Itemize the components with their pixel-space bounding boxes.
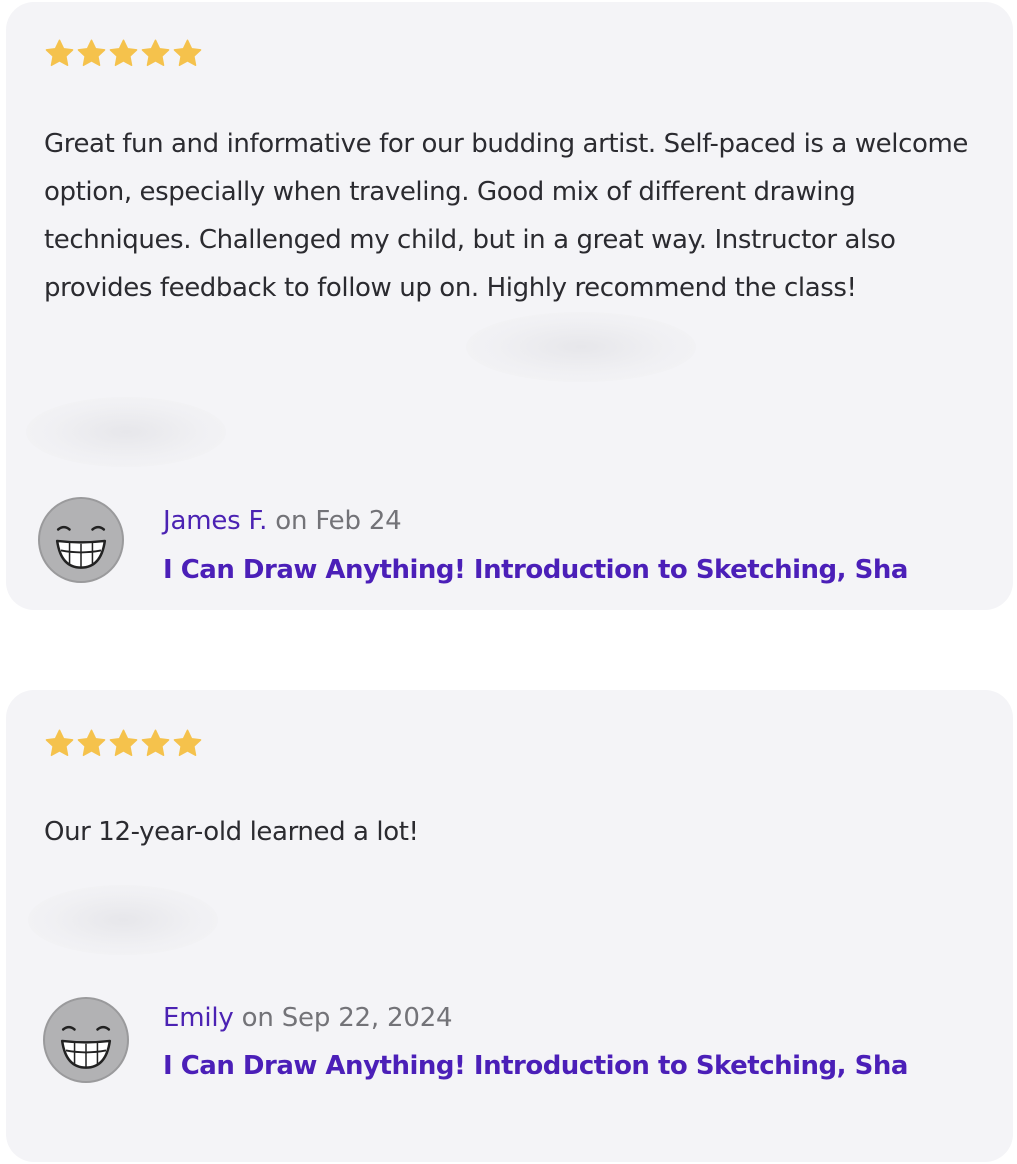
blurred-region (26, 397, 226, 467)
star-icon (77, 39, 106, 67)
star-icon (45, 729, 74, 757)
star-icon (141, 729, 170, 757)
blurred-region (28, 885, 218, 955)
star-rating (44, 728, 203, 759)
review-text: Great fun and informative for our buddin… (44, 129, 969, 303)
star-icon (109, 39, 138, 67)
smiling-face-avatar (60, 1025, 112, 1069)
star-icon (45, 39, 74, 67)
class-title-link[interactable]: I Can Draw Anything! Introduction to Ske… (163, 1048, 943, 1084)
avatar[interactable] (38, 497, 124, 583)
review-byline: Emily on Sep 22, 2024 (163, 1001, 453, 1035)
star-rating (44, 38, 203, 69)
review-card: Great fun and informative for our buddin… (6, 2, 1013, 610)
class-title-link[interactable]: I Can Draw Anything! Introduction to Ske… (163, 552, 943, 588)
star-icon (141, 39, 170, 67)
review-byline: James F. on Feb 24 (163, 504, 402, 538)
review-text: Our 12-year-old learned a lot! (44, 817, 419, 847)
author-name-link[interactable]: James F. (163, 506, 267, 536)
star-icon (173, 729, 202, 757)
smiling-face-avatar (55, 525, 107, 569)
review-date: on Feb 24 (275, 506, 402, 536)
blurred-region (466, 312, 696, 382)
review-card: Our 12-year-old learned a lot! Emily on … (6, 690, 1013, 1162)
star-icon (109, 729, 138, 757)
star-icon (173, 39, 202, 67)
avatar[interactable] (43, 997, 129, 1083)
author-name-link[interactable]: Emily (163, 1003, 234, 1033)
star-icon (77, 729, 106, 757)
review-date: on Sep 22, 2024 (241, 1003, 453, 1033)
